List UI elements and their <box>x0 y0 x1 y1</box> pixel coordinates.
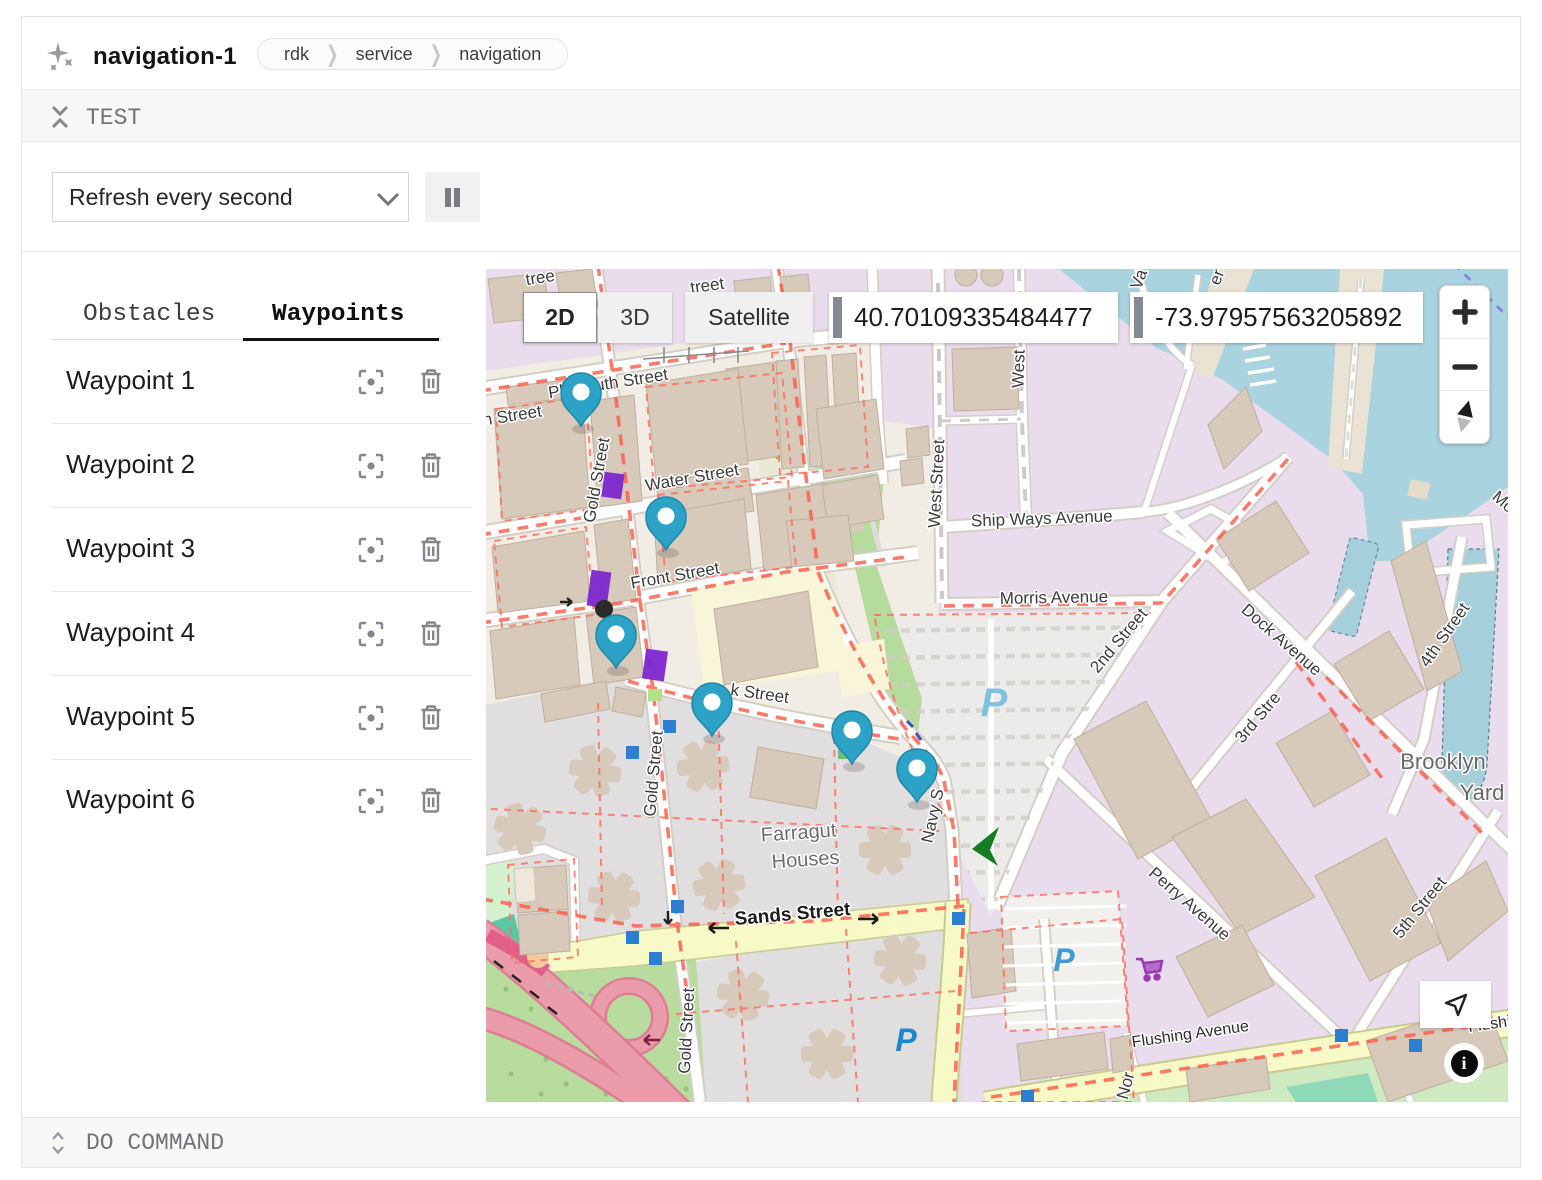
svg-text:P: P <box>895 1022 917 1058</box>
svg-text:P: P <box>1053 942 1075 978</box>
svg-text:Yard: Yard <box>1460 780 1505 805</box>
svg-text:Morris Avenue: Morris Avenue <box>1000 587 1109 608</box>
svg-text:P: P <box>981 681 1008 725</box>
svg-text:West: West <box>1008 349 1028 388</box>
svg-text:Brooklyn: Brooklyn <box>1400 749 1486 774</box>
